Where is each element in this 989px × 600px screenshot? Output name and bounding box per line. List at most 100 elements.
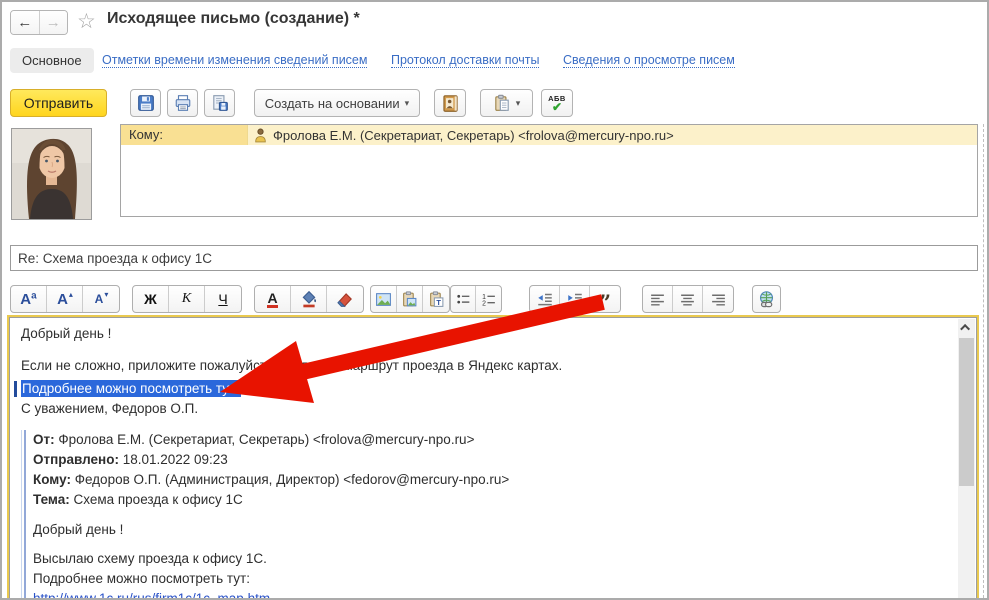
quote-from-label: От: [33,432,55,447]
tab-view-info[interactable]: Сведения о просмотре писем [563,53,735,68]
address-book-icon [442,94,458,112]
highlight-color-button[interactable] [291,286,327,312]
page-title: Исходящее письмо (создание) * [107,10,360,27]
back-button[interactable]: ← [11,11,40,34]
quote-sent-label: Отправлено: [33,452,119,467]
scrollbar-thumb[interactable] [959,338,974,486]
paste-text-icon: T [429,290,443,307]
image-icon [376,292,391,306]
underline-button[interactable]: Ч [205,286,241,312]
tab-timestamps[interactable]: Отметки времени изменения сведений писем [102,53,368,68]
to-row: Кому: Фролова Е.М. (Секретариат, Секрета… [121,125,977,145]
check-icon: ✔ [551,100,563,114]
tab-delivery-protocol[interactable]: Протокол доставки почты [391,53,540,68]
align-right-button[interactable] [703,286,733,312]
font-icon: Aª [20,290,37,308]
bold-icon: Ж [144,291,157,307]
clear-format-button[interactable] [327,286,363,312]
bullet-list-button[interactable] [451,286,476,312]
text-style-group: Ж К Ч [132,285,242,313]
svg-text:2: 2 [482,300,486,307]
italic-button[interactable]: К [169,286,205,312]
paste-text-button[interactable]: T [423,286,449,312]
underline-icon: Ч [218,291,228,307]
create-based-on-label: Создать на основании [264,95,400,111]
font-group: Aª A ▴ A ▾ [10,285,120,313]
scroll-up-button[interactable] [958,319,975,336]
up-mark-icon: ▴ [68,289,73,299]
outdent-button[interactable] [530,286,560,312]
spellcheck-button[interactable]: АБВ ✔ [541,89,573,117]
align-center-button[interactable] [673,286,703,312]
email-body[interactable]: Добрый день ! Если не сложно, приложите … [14,324,950,598]
indent-icon [567,293,582,306]
email-body-editor[interactable]: Добрый день ! Если не сложно, приложите … [7,315,979,598]
recipient-photo [11,128,92,220]
font-bigger-icon: A [57,290,68,308]
align-left-icon [651,294,664,306]
outdent-icon [537,293,552,306]
quote-body-line: Добрый день ! [33,522,124,537]
quote-subject-line: Тема: Схема проезда к офису 1С [33,490,950,510]
chevron-down-icon: ▾ [404,97,410,108]
subject-input[interactable] [10,245,978,271]
outgoing-email-window: ← → ☆ Исходящее письмо (создание) * Осно… [0,0,989,600]
paste-button[interactable]: ▾ [480,89,533,117]
font-size-decrease-button[interactable]: A ▾ [83,286,119,312]
insert-link-button[interactable] [753,286,780,312]
tab-main[interactable]: Основное [10,48,94,73]
insert-group: T [370,285,450,313]
print-button[interactable] [167,89,198,117]
paste-image-icon [403,290,417,306]
address-book-button[interactable] [434,89,466,117]
portrait-image [12,129,91,219]
align-right-icon [711,294,725,306]
selected-text: Подробнее можно посмотреть тут: [21,380,241,397]
save-document-icon [212,95,228,111]
forward-arrow-icon: → [45,14,61,31]
align-left-button[interactable] [643,286,673,312]
selected-line: Подробнее можно посмотреть тут: [14,379,950,399]
forward-button[interactable]: → [39,11,67,34]
to-value-cell[interactable]: Фролова Е.М. (Секретариат, Секретарь) <f… [248,125,977,145]
align-center-icon [681,294,694,306]
indent-button[interactable] [560,286,590,312]
editor-surface[interactable]: Добрый день ! Если не сложно, приложите … [9,317,977,598]
create-based-on-button[interactable]: Создать на основании ▾ [254,89,420,117]
bold-button[interactable]: Ж [133,286,169,312]
send-button[interactable]: Отправить [10,89,107,117]
body-line: Добрый день ! [21,326,112,341]
back-arrow-icon: ← [17,14,33,31]
save-icon [137,95,154,111]
print-icon [175,95,190,111]
favorite-star-icon[interactable]: ☆ [77,9,96,34]
save-document-button[interactable] [204,89,235,117]
down-mark-icon: ▾ [104,289,109,299]
align-group [642,285,734,313]
recipients-field[interactable]: Кому: Фролова Е.М. (Секретариат, Секрета… [120,124,978,217]
quote-to-label: Кому: [33,472,71,487]
quote-sent-value: 18.01.2022 09:23 [118,452,228,467]
indent-group: ” [529,285,621,313]
font-size-increase-button[interactable]: A ▴ [47,286,83,312]
quote-button[interactable]: ” [590,286,620,312]
editor-scrollbar[interactable] [958,319,975,598]
bullet-list-icon [456,294,469,304]
highlight-bucket-icon [302,290,316,308]
panel-splitter[interactable] [983,124,984,598]
chevron-down-icon: ▾ [515,97,521,108]
insert-image-button[interactable] [371,286,397,312]
numbered-list-button[interactable]: 12 [476,286,501,312]
history-nav: ← → [10,10,68,35]
font-name-button[interactable]: Aª [11,286,47,312]
paste-image-button[interactable] [397,286,423,312]
quote-from-value: Фролова Е.М. (Секретариат, Секретарь) <f… [54,432,475,447]
quote-body-line: Подробнее можно посмотреть тут: [33,571,250,586]
text-color-button[interactable]: A [255,286,291,312]
body-line: С уважением, Федоров О.П. [21,401,199,416]
save-button[interactable] [130,89,161,117]
quoted-message-inner: От: Фролова Е.М. (Секретариат, Секретарь… [24,430,950,598]
hyperlink-globe-icon [759,290,774,307]
quoted-message: От: Фролова Е.М. (Секретариат, Секретарь… [21,430,950,598]
map-link[interactable]: http://www.1c.ru/rus/firm1c/1c_map.htm [33,591,270,598]
